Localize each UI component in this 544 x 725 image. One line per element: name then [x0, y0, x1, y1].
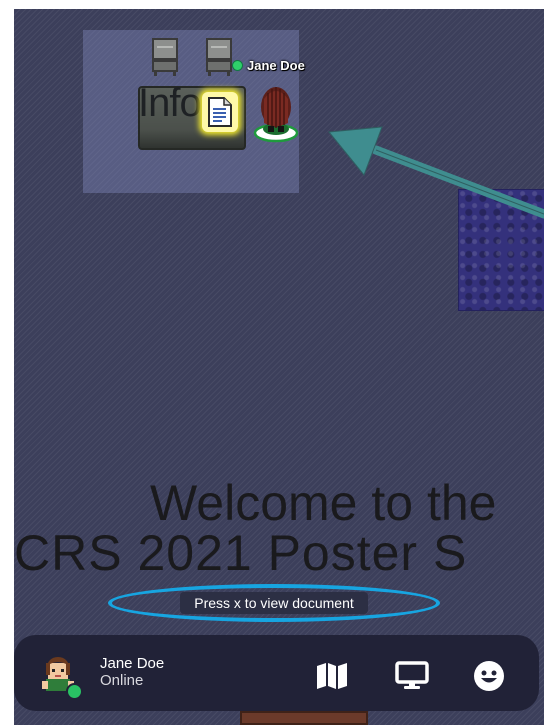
map-button[interactable] — [315, 659, 349, 693]
welcome-line-1: Welcome to the — [150, 475, 497, 531]
emote-button[interactable] — [472, 659, 506, 693]
screen-share-button[interactable] — [395, 659, 429, 693]
user-online-indicator — [66, 683, 83, 700]
view-document-prompt: Press x to view document — [108, 584, 440, 622]
user-name: Jane Doe — [100, 655, 165, 672]
screen-share-icon — [395, 661, 429, 689]
welcome-line-2: CRS 2021 Poster S — [14, 525, 468, 581]
pointer-arrow — [328, 126, 544, 219]
map-icon — [317, 663, 347, 689]
smiley-icon — [474, 661, 504, 691]
door — [240, 711, 368, 725]
user-status: Online — [100, 672, 144, 689]
prompt-text: Press x to view document — [180, 592, 368, 614]
bottom-toolbar: Jane Doe Online — [14, 635, 539, 711]
game-viewport[interactable]: Info Jane Doe Welcome to the CRS 2021 Po — [14, 9, 544, 725]
